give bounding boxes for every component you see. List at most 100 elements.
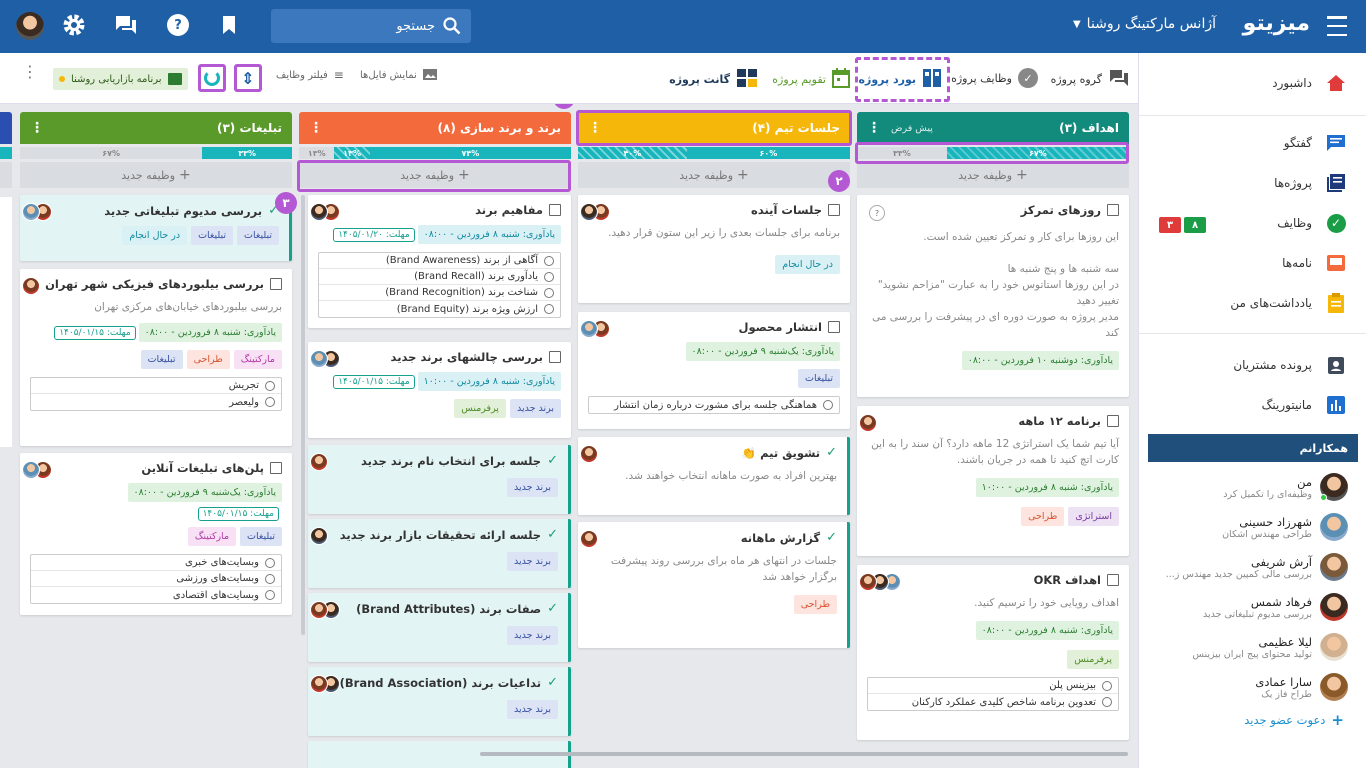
task-card[interactable]: پلن‌های تبلیغات آنلاین یادآوری: یک‌شنبه … (20, 453, 292, 615)
files-label: نمایش فایل‌ها (360, 70, 417, 81)
filter-tasks-button[interactable]: ≡ فیلتر وظایف (276, 68, 344, 82)
task-checkbox[interactable] (828, 321, 840, 333)
task-checkbox[interactable] (270, 278, 282, 290)
checklist-item[interactable]: ولیعصر (31, 394, 281, 410)
task-title: روزهای تمرکز (1020, 203, 1101, 217)
task-card[interactable]: ✓ بررسی مدیوم تبلیغاتی جدید تبلیغاتتبلیغا… (20, 195, 292, 261)
checklist-item[interactable]: وبسایت‌های ورزشی (31, 571, 281, 587)
settings-gear-icon[interactable] (62, 13, 86, 40)
add-task-button[interactable]: + وظیفه جدید (578, 162, 850, 188)
tab-project-calendar[interactable]: تقویم پروژه (772, 68, 850, 91)
circle-checkbox-icon[interactable] (544, 304, 554, 314)
brand-logo[interactable]: میزیتو (1243, 11, 1310, 36)
task-card[interactable]: اهداف OKR اهداف رویایی خود را ترسیم کنید… (857, 565, 1129, 740)
task-card[interactable]: ✓ جلسه ارائه تحقیقات بازار برند جدید برند… (308, 519, 571, 588)
task-checkbox[interactable] (1107, 574, 1119, 586)
checklist-item[interactable]: بیزینس پلن (868, 678, 1118, 694)
circle-checkbox-icon[interactable] (544, 255, 554, 266)
bookmark-icon[interactable] (222, 15, 236, 38)
column-header[interactable]: برند و برند سازی (۸) ⋮ (299, 112, 571, 144)
task-title: جلسات آینده (751, 203, 822, 217)
sidebar-item-tasks[interactable]: ✓ وظایف (1277, 213, 1346, 233)
more-vertical-icon[interactable]: ⋮ (30, 120, 44, 136)
add-task-button[interactable]: + وظیفه جدید (857, 162, 1129, 188)
hamburger-menu-icon[interactable] (1326, 16, 1348, 36)
circle-checkbox-icon[interactable] (265, 397, 275, 407)
member-item[interactable]: آرش شریفی بررسی مالی کمپین جدید مهندس ز..… (1154, 548, 1348, 586)
task-title: انتشار محصول (738, 320, 822, 334)
circle-checkbox-icon[interactable] (1102, 680, 1112, 691)
add-task-button[interactable]: + وظیفه جدید (20, 162, 292, 188)
sidebar-item-notes[interactable]: یادداشت‌های من (1230, 293, 1346, 313)
checklist-item[interactable]: یادآوری برند (Brand Recall) (319, 269, 560, 285)
task-checkbox[interactable] (549, 351, 561, 363)
circle-checkbox-icon[interactable] (544, 287, 554, 298)
task-checkbox[interactable] (270, 462, 282, 474)
circle-checkbox-icon[interactable] (1102, 697, 1112, 707)
circle-checkbox-icon[interactable] (265, 557, 275, 568)
check-circle-icon: ✓ (1018, 68, 1038, 88)
task-checkbox[interactable] (828, 204, 840, 216)
member-item[interactable]: فرهاد شمس بررسی مدیوم تبلیغاتی جدید (1154, 588, 1348, 626)
search-input[interactable]: جستجو (396, 19, 435, 34)
project-chip[interactable]: برنامه بازاریابی روشنا (53, 68, 188, 90)
task-card[interactable]: ✓ گزارش ماهانه جلسات در انتهای هر ماه برا… (578, 522, 850, 648)
task-card[interactable]: مفاهیم برند یادآوری: شنبه ۸ فروردین - ۰۸… (308, 195, 571, 328)
member-item[interactable]: من وظیفه‌ای را تکمیل کرد (1154, 468, 1348, 506)
checklist-item[interactable]: وبسایت‌های خبری (31, 555, 281, 571)
sidebar-item-customers[interactable]: پرونده مشتریان (1233, 355, 1346, 375)
task-card[interactable]: ✓ صفات برند (Brand Attributes) برند جدید (308, 593, 571, 662)
circle-checkbox-icon[interactable] (544, 271, 554, 282)
task-checkbox[interactable] (1107, 415, 1119, 427)
user-avatar[interactable] (16, 12, 44, 40)
task-card[interactable]: ✓ جلسه برای انتخاب نام برند جدید برند جدی… (308, 445, 571, 514)
circle-checkbox-icon[interactable] (265, 380, 275, 391)
sidebar-item-letters[interactable]: نامه‌ها (1282, 253, 1346, 273)
sidebar-item-dashboard[interactable]: داشبورد (1272, 73, 1346, 93)
invite-member-link[interactable]: + دعوت عضو جدید (1244, 711, 1344, 729)
more-vertical-icon[interactable]: ⋮ (309, 120, 323, 136)
task-card[interactable]: بررسی بیلبوردهای فیزیکی شهر تهران بررسی … (20, 269, 292, 446)
tab-project-group[interactable]: گروه پروژه (1051, 68, 1130, 91)
more-vertical-icon[interactable]: ⋮ (22, 64, 38, 80)
member-item[interactable]: شهرزاد حسینی طراحی مهندس اشکان (1154, 508, 1348, 546)
circle-checkbox-icon[interactable] (265, 590, 275, 600)
task-card[interactable]: ✓ تشویق تیم 👏 بهترین افراد به صورت ماهانه… (578, 437, 850, 515)
more-vertical-icon[interactable]: ⋮ (867, 120, 881, 136)
column-header[interactable]: تبلیغات (۳) ⋮ (20, 112, 292, 144)
column-header[interactable]: اهداف (۳) پیش فرض ⋮ (857, 112, 1129, 144)
task-card[interactable]: انتشار محصول یادآوری: یک‌شنبه ۹ فروردین … (578, 312, 850, 429)
checklist-item[interactable]: ارزش ویژه برند (Brand Equity) (319, 301, 560, 317)
sidebar-item-projects[interactable]: پروژه‌ها (1274, 173, 1346, 193)
task-checkbox[interactable] (549, 204, 561, 216)
sidebar-item-chat[interactable]: گفتگو (1284, 133, 1346, 153)
member-item[interactable]: سارا عمادی طراح فاز یک (1154, 668, 1348, 706)
checklist-item[interactable]: وبسایت‌های اقتصادی (31, 587, 281, 603)
checklist-item[interactable]: آگاهی از برند (Brand Awareness) (319, 253, 560, 269)
member-item[interactable]: لیلا عظیمی تولید محتوای پیج ایران بیزینس (1154, 628, 1348, 666)
checklist-item[interactable]: شناخت برند (Brand Recognition) (319, 285, 560, 301)
board-horizontal-scrollbar[interactable] (480, 752, 1128, 756)
task-card[interactable]: روزهای تمرکز ? این روزها برای کار و تمرک… (857, 195, 1129, 397)
task-card[interactable]: بررسی چالشهای برند جدید یادآوری: شنبه ۸ … (308, 342, 571, 438)
tab-project-gantt[interactable]: گانت پروژه (669, 68, 758, 91)
sidebar-item-monitoring[interactable]: مانیتورینگ (1262, 395, 1346, 415)
task-card[interactable] (0, 197, 12, 447)
circle-checkbox-icon[interactable] (265, 573, 275, 584)
task-card[interactable]: جلسات آینده برنامه برای جلسات بعدی را زی… (578, 195, 850, 303)
org-selector[interactable]: آژانس مارکتینگ روشنا ▼ (1073, 16, 1216, 32)
task-card[interactable]: ✓ تداعیات برند (Brand Association) برند ج… (308, 667, 571, 736)
chat-icon[interactable] (114, 14, 138, 39)
checklist-item[interactable]: تعدوین برنامه شاخص کلیدی عملکرد کارکنان (868, 694, 1118, 710)
checklist-item[interactable]: تجریش (31, 378, 281, 394)
column-scrollbar[interactable] (301, 195, 305, 635)
add-task-button[interactable] (0, 162, 12, 188)
task-checkbox[interactable] (1107, 204, 1119, 216)
tab-project-tasks[interactable]: ✓ وظایف پروژه (951, 68, 1038, 88)
circle-checkbox-icon[interactable] (823, 400, 833, 410)
show-files-button[interactable]: نمایش فایل‌ها (360, 68, 437, 83)
search-box[interactable]: جستجو (271, 9, 471, 43)
task-card[interactable]: برنامه ۱۲ ماهه آیا تیم شما یک استراتژی 1… (857, 406, 1129, 556)
checklist-item[interactable]: هماهنگی جلسه برای مشورت درباره زمان انتش… (589, 397, 839, 413)
help-icon[interactable]: ? (167, 14, 189, 36)
